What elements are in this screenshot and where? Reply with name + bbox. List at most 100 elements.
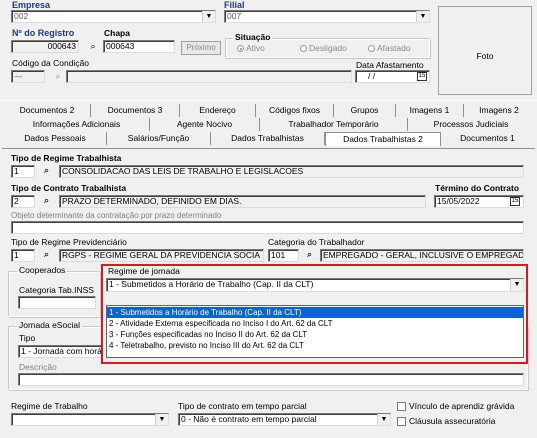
binoculars-icon[interactable]: ⌕ <box>40 165 53 176</box>
empresa-label: Empresa <box>12 0 51 10</box>
chapa-input[interactable]: 000643 <box>103 40 175 53</box>
binoculars-icon[interactable]: ⌕ <box>303 249 316 260</box>
tab-row-3: Dados Pessoais Salários/Função Dados Tra… <box>2 132 537 146</box>
regime-previdenciario-desc-value: RGPS - REGIME GERAL DA PREVIDENCIA SOCIA <box>62 250 261 260</box>
filial-value: 007 <box>227 11 242 21</box>
categoria-inss-input[interactable] <box>18 296 96 309</box>
condicao-value: — <box>14 71 23 81</box>
tab-dados-trabalhistas-2[interactable]: Dados Trabalhistas 2 <box>325 132 441 146</box>
tipo-parcial-combo[interactable]: 0 - Não é contrato em tempo parcial ▼ <box>178 413 391 426</box>
binoculars-icon[interactable]: ⌕ <box>40 249 53 260</box>
dropdown-option[interactable]: 4 - Teletrabalho, previsto no Inciso III… <box>107 340 523 351</box>
termino-contrato-value: 15/05/2022 <box>437 196 480 206</box>
regime-jornada-combo[interactable]: 1 - Submetidos a Horário de Trabalho (Ca… <box>106 278 524 292</box>
radio-afastado[interactable]: Afastado <box>368 43 411 53</box>
tab-documentos-3[interactable]: Documentos 3 <box>91 104 180 117</box>
tipo-parcial-value: 0 - Não é contrato em tempo parcial <box>181 414 317 424</box>
tab-salarios-funcao[interactable]: Salários/Função <box>107 132 211 145</box>
clausula-label: Cláusula assecuratória <box>409 416 496 426</box>
contrato-trabalhista-code-value: 2 <box>14 196 19 206</box>
dropdown-option[interactable]: 3 - Funções especificadas no Inciso II d… <box>107 329 523 340</box>
regime-jornada-dropdown: 1 - Submetidos a Horário de Trabalho (Ca… <box>106 305 524 358</box>
contrato-trabalhista-label: Tipo de Contrato Trabalhista <box>11 183 127 193</box>
tab-dados-pessoais[interactable]: Dados Pessoais <box>4 132 107 145</box>
contrato-trabalhista-desc: PRAZO DETERMINADO, DEFINIDO EM DIAS. <box>59 195 426 208</box>
photo-frame[interactable]: Foto <box>438 6 532 95</box>
tab-row-2: Informações Adicionais Agente Nocivo Tra… <box>2 118 537 131</box>
data-afastamento-value: / / <box>368 71 376 81</box>
categoria-trabalhador-code[interactable]: 101 <box>268 249 299 262</box>
tab-trabalhador-temporario[interactable]: Trabalhador Temporário <box>260 118 408 131</box>
chapa-value: 000643 <box>106 41 135 51</box>
regime-previdenciario-desc: RGPS - REGIME GERAL DA PREVIDENCIA SOCIA <box>59 249 264 262</box>
chevron-down-icon[interactable]: ▼ <box>416 11 429 22</box>
registro-value: 000643 <box>47 41 76 51</box>
registro-input[interactable]: 000643 <box>11 40 79 53</box>
empresa-combo[interactable]: 002 ▼ <box>11 10 216 23</box>
categoria-inss-label: Categoria Tab.INSS <box>19 285 94 295</box>
radio-ativo[interactable]: Ativo <box>237 43 265 53</box>
dropdown-option[interactable]: 2 - Atividade Externa especificada no In… <box>107 318 523 329</box>
binoculars-icon[interactable]: ⌕ <box>40 195 53 206</box>
filial-combo[interactable]: 007 ▼ <box>224 10 430 23</box>
regime-trabalhista-desc: CONSOLIDACAO DAS LEIS DE TRABALHO E LEGI… <box>59 165 524 178</box>
condicao-input[interactable]: — <box>11 70 45 83</box>
tab-row-1: Documentos 2 Documentos 3 Endereço Códig… <box>2 104 537 117</box>
chevron-down-icon[interactable]: ▼ <box>510 279 523 291</box>
regime-trabalhista-code[interactable]: 1 <box>11 165 35 178</box>
categoria-trabalhador-desc-value: EMPREGADO - GERAL, INCLUSIVE O EMPREGAD <box>323 250 524 260</box>
tab-imagens-1[interactable]: Imagens 1 <box>396 104 464 117</box>
tipo-parcial-label: Tipo de contrato em tempo parcial <box>178 401 307 411</box>
registro-label: Nº do Registro <box>12 28 75 38</box>
descricao-input[interactable] <box>18 373 524 386</box>
chevron-down-icon[interactable]: ▼ <box>155 414 168 425</box>
regime-jornada-selected: 1 - Submetidos a Horário de Trabalho (Ca… <box>109 279 314 289</box>
clausula-checkbox[interactable] <box>397 417 406 426</box>
objeto-input[interactable] <box>11 221 524 234</box>
regime-previdenciario-code[interactable]: 1 <box>11 249 35 262</box>
tipo-label: Tipo <box>19 333 36 343</box>
regime-previdenciario-label: Tipo de Regime Previdenciário <box>11 237 127 247</box>
vinculo-aprendiz-checkbox[interactable] <box>397 402 406 411</box>
binoculars-icon[interactable]: ⌕ <box>87 41 99 52</box>
tab-codigos-fixos[interactable]: Códigos fixos <box>256 104 334 117</box>
vinculo-aprendiz-label: Vínculo de aprendiz grávida <box>409 401 515 411</box>
radio-ativo-label: Ativo <box>246 43 265 53</box>
tab-processos-judiciais[interactable]: Processos Judiciais <box>408 118 534 131</box>
tab-imagens-2[interactable]: Imagens 2 <box>464 104 534 117</box>
regime-trabalhista-label: Tipo de Regime Trabalhista <box>11 153 122 163</box>
categoria-trabalhador-desc: EMPREGADO - GERAL, INCLUSIVE O EMPREGAD <box>320 249 524 262</box>
proximo-button[interactable]: Próximo <box>181 41 221 55</box>
dropdown-option[interactable]: 1 - Submetidos a Horário de Trabalho (Ca… <box>107 307 523 318</box>
contrato-trabalhista-code[interactable]: 2 <box>11 195 35 208</box>
termino-contrato-input[interactable]: 15/05/2022 15 <box>434 195 524 208</box>
binoculars-icon[interactable]: ⌕ <box>52 71 64 82</box>
tab-endereco[interactable]: Endereço <box>180 104 256 117</box>
radio-desligado[interactable]: Desligado <box>300 43 347 53</box>
tab-dados-trabalhistas[interactable]: Dados Trabalhistas <box>211 132 325 145</box>
chevron-down-icon[interactable]: ▼ <box>377 414 390 425</box>
tab-documentos-1[interactable]: Documentos 1 <box>441 132 534 145</box>
radio-afastado-label: Afastado <box>377 43 411 53</box>
tab-documentos-2[interactable]: Documentos 2 <box>4 104 91 117</box>
regime-trabalhista-code-value: 1 <box>14 166 19 176</box>
tab-grupos[interactable]: Grupos <box>334 104 396 117</box>
chapa-label: Chapa <box>104 28 130 38</box>
condicao-desc <box>66 70 352 83</box>
empresa-value: 002 <box>14 11 29 21</box>
tipo-jornada-combo[interactable]: 1 - Jornada com horá <box>18 345 108 358</box>
categoria-trabalhador-label: Categoria do Trabalhador <box>268 237 365 247</box>
regime-trabalho-combo[interactable]: ▼ <box>11 413 169 426</box>
jornada-esocial-label: Jornada eSocial <box>17 320 82 330</box>
photo-label: Foto <box>476 51 494 61</box>
regime-previdenciario-code-value: 1 <box>14 250 19 260</box>
tab-informacoes-adicionais[interactable]: Informações Adicionais <box>4 118 150 131</box>
calendar-icon[interactable]: 15 <box>417 72 427 81</box>
termino-contrato-label: Término do Contrato <box>435 183 520 193</box>
situacao-label: Situação <box>233 32 273 42</box>
data-afastamento-input[interactable]: / / 15 <box>355 70 430 83</box>
calendar-icon[interactable]: 15 <box>510 197 520 206</box>
chevron-down-icon[interactable]: ▼ <box>202 11 215 22</box>
tipo-jornada-value: 1 - Jornada com horá <box>21 346 102 356</box>
tab-agente-nocivo[interactable]: Agente Nocivo <box>150 118 260 131</box>
